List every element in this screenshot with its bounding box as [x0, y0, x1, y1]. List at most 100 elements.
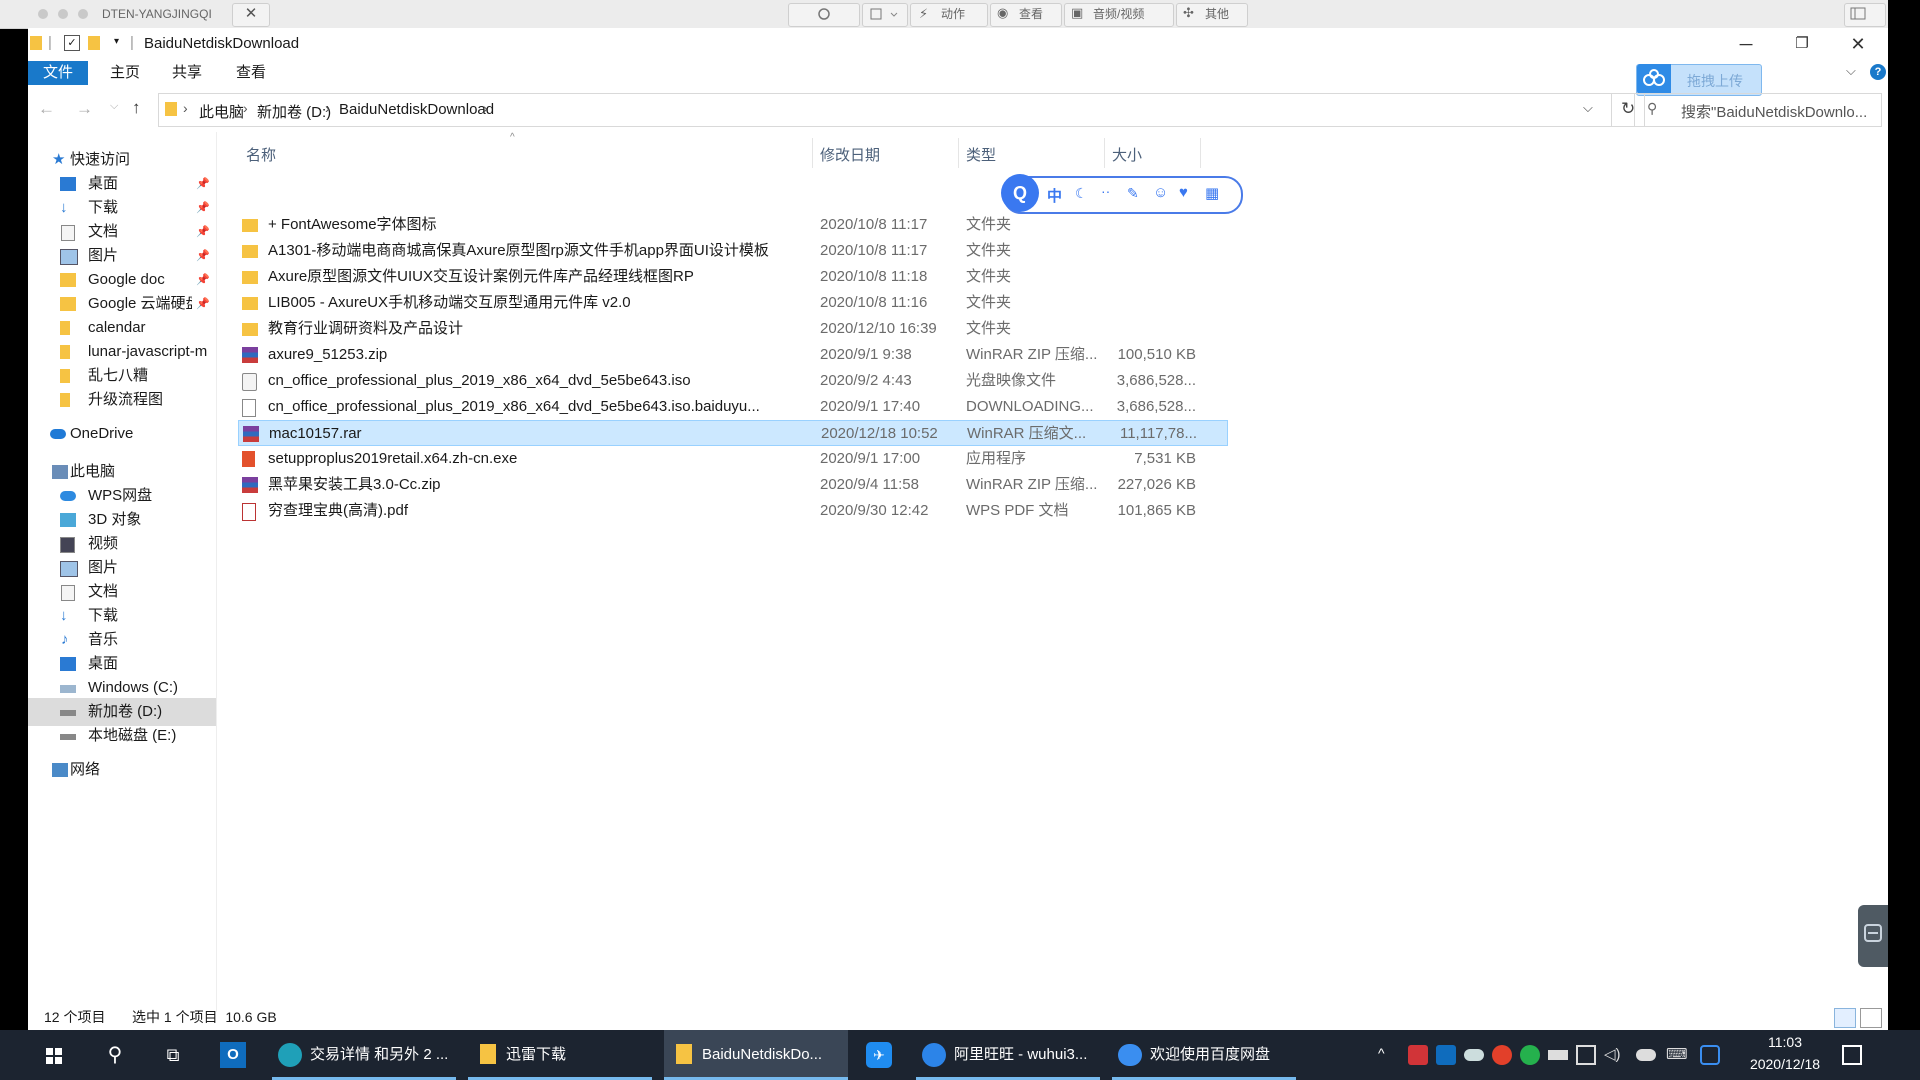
window-dot-close[interactable] [38, 9, 48, 19]
recent-chevron-icon[interactable]: ⌵ [110, 100, 118, 113]
file-row[interactable]: A1301-移动端电商商城高保真Axure原型图rp源文件手机app界面UI设计… [238, 238, 1228, 264]
tray-search-app-icon[interactable] [1700, 1045, 1720, 1065]
file-row[interactable]: 穷查理宝典(高清).pdf 2020/9/30 12:42 WPS PDF 文档 10… [238, 498, 1228, 524]
file-row[interactable]: + FontAwesome字体图标 2020/10/8 11:17 文件夹 [238, 212, 1228, 238]
header-date[interactable]: 修改日期 [820, 144, 880, 165]
file-row[interactable]: cn_office_professional_plus_2019_x86_x64… [238, 368, 1228, 394]
header-size[interactable]: 大小 [1112, 144, 1142, 165]
large-icons-view-icon[interactable] [1860, 1008, 1882, 1028]
taskbar-baidu[interactable]: 欢迎使用百度网盘 [1112, 1030, 1296, 1080]
tray-outlook-icon[interactable] [1436, 1045, 1456, 1065]
search-icon[interactable]: ⚲ [100, 1030, 130, 1080]
folder-icon [480, 1044, 496, 1064]
tray-app-icon[interactable] [1492, 1045, 1512, 1065]
punctuation-icon[interactable]: ·· [1101, 183, 1110, 199]
ime-mode[interactable]: 中 [1047, 185, 1062, 206]
notification-center-icon[interactable] [1842, 1045, 1862, 1065]
emoji-icon[interactable]: ☺ [1153, 184, 1168, 201]
crumb-this-pc[interactable]: 此电脑 [199, 101, 244, 122]
tray-battery-icon[interactable] [1548, 1050, 1568, 1060]
wrench-icon[interactable]: ✎ [1127, 185, 1139, 202]
ime-logo-icon[interactable]: Q [1001, 174, 1039, 212]
tray-overflow-chevron-icon[interactable]: ^ [1378, 1045, 1398, 1065]
file-row[interactable]: 黑苹果安装工具3.0-Cc.zip 2020/9/4 11:58 WinRAR ZI… [238, 472, 1228, 498]
customize-toolbar-icon[interactable]: ▾ [114, 36, 119, 47]
tab-file[interactable]: 文件 [28, 61, 88, 85]
remote-refresh-button[interactable] [788, 3, 860, 27]
file-row[interactable]: 教育行业调研资料及产品设计 2020/12/10 16:39 文件夹 [238, 316, 1228, 342]
header-type[interactable]: 类型 [966, 144, 996, 165]
file-row[interactable]: mac10157.rar 2020/12/18 10:52 WinRAR 压缩文..… [238, 420, 1228, 446]
clock-date[interactable]: 2020/12/18 [1740, 1056, 1830, 1072]
task-view-icon[interactable]: ⧉ [158, 1030, 188, 1080]
outlook-button[interactable]: O [216, 1030, 252, 1080]
folder-icon [242, 323, 258, 336]
grid-icon[interactable]: ▦ [1205, 184, 1219, 202]
search-input[interactable]: ⚲ 搜索"BaiduNetdiskDownlo... [1634, 93, 1882, 127]
minimize-button[interactable]: ─ [1726, 32, 1766, 56]
nav-item-upgrade-flow[interactable]: 升级流程图 [28, 386, 216, 414]
file-row[interactable]: LIB005 - AxureUX手机移动端交互原型通用元件库 v2.0 2020/… [238, 290, 1228, 316]
properties-icon[interactable]: ✓ [64, 35, 80, 51]
address-bar[interactable]: › 此电脑 › 新加卷 (D:) › BaiduNetdiskDownload … [158, 93, 1645, 127]
ime-toolbar[interactable]: Q 中 ☾ ·· ✎ ☺ ♥ ▦ [1001, 174, 1243, 214]
nav-item-drive-e[interactable]: 本地磁盘 (E:) [28, 722, 216, 750]
folder-icon [60, 345, 70, 359]
crumb-drive-d[interactable]: 新加卷 (D:) [257, 101, 331, 122]
ribbon-expand-icon[interactable]: ⌵ [1846, 63, 1856, 79]
skin-icon[interactable]: ♥ [1179, 184, 1188, 201]
taskbar-explorer[interactable]: BaiduNetdiskDo... [664, 1030, 848, 1080]
taskbar-thunder[interactable]: 迅雷下载 [468, 1030, 652, 1080]
taskbar-edge[interactable]: 交易详情 和另外 2 ... [272, 1030, 456, 1080]
baidu-upload-button[interactable]: 拖拽上传 [1636, 64, 1762, 96]
window-dot-zoom[interactable] [78, 9, 88, 19]
file-row[interactable]: Axure原型图源文件UIUX交互设计案例元件库产品经理线框图RP 2020/10… [238, 264, 1228, 290]
tab-view[interactable]: 查看 [222, 61, 280, 85]
restore-button[interactable]: ❐ [1782, 32, 1822, 56]
tray-network-icon[interactable] [1576, 1045, 1596, 1065]
taskbar-label: BaiduNetdiskDo... [702, 1046, 823, 1063]
remote-action-menu[interactable]: ⚡ 动作 [910, 3, 988, 27]
address-dropdown-icon[interactable]: ⌵ [1583, 100, 1593, 116]
file-row[interactable]: cn_office_professional_plus_2019_x86_x64… [238, 394, 1228, 420]
taskbar-dingtalk[interactable]: ✈ [862, 1030, 898, 1080]
remote-screen-menu[interactable] [862, 3, 908, 27]
start-button[interactable] [40, 1030, 70, 1080]
new-folder-icon[interactable] [88, 36, 100, 50]
tray-volume-icon[interactable]: ◁) [1604, 1045, 1624, 1065]
remote-view-menu[interactable]: ◉ 查看 [990, 3, 1062, 27]
file-type: DOWNLOADING... [966, 398, 1094, 415]
remote-layout-menu[interactable] [1844, 3, 1886, 27]
clock-time[interactable]: 11:03 [1740, 1034, 1830, 1050]
tab-home[interactable]: 主页 [96, 61, 154, 85]
forward-arrow-icon[interactable]: → [76, 99, 93, 119]
tray-onedrive-icon[interactable] [1636, 1049, 1656, 1061]
expand-arrows-icon [1864, 924, 1882, 942]
file-type: 应用程序 [966, 450, 1027, 467]
details-view-icon[interactable] [1834, 1008, 1856, 1028]
remote-av-menu[interactable]: ▣ 音频/视频 [1064, 3, 1174, 27]
tray-cloud-icon[interactable] [1464, 1049, 1484, 1061]
taskbar-label: 交易详情 和另外 2 ... [310, 1046, 449, 1063]
window-dot-minimize[interactable] [58, 9, 68, 19]
crumb-baidu-folder[interactable]: BaiduNetdiskDownload [339, 101, 494, 118]
remote-close-button[interactable]: ✕ [232, 3, 270, 27]
up-arrow-icon[interactable]: ↑ [132, 98, 141, 118]
tray-app-red-icon[interactable] [1408, 1045, 1428, 1065]
remote-side-handle[interactable] [1858, 905, 1888, 967]
tray-wechat-icon[interactable] [1520, 1045, 1540, 1065]
file-row[interactable]: setupproplus2019retail.x64.zh-cn.exe 2020… [238, 446, 1228, 472]
remote-other-menu[interactable]: ✣ 其他 [1176, 3, 1248, 27]
nav-network[interactable]: 网络 [28, 756, 216, 784]
file-type: 文件夹 [966, 320, 1012, 337]
help-icon[interactable]: ? [1870, 64, 1886, 80]
header-name[interactable]: 名称 [246, 144, 276, 165]
close-button[interactable]: ✕ [1838, 32, 1878, 56]
tray-ime-icon[interactable]: ⌨ [1666, 1045, 1688, 1065]
file-row[interactable]: axure9_51253.zip 2020/9/1 9:38 WinRAR ZIP … [238, 342, 1228, 368]
taskbar-aliwangwang[interactable]: 阿里旺旺 - wuhui3... [916, 1030, 1100, 1080]
back-arrow-icon[interactable]: ← [38, 99, 55, 119]
nav-onedrive[interactable]: OneDrive [28, 420, 216, 448]
tab-share[interactable]: 共享 [158, 61, 216, 85]
moon-icon[interactable]: ☾ [1075, 185, 1088, 202]
